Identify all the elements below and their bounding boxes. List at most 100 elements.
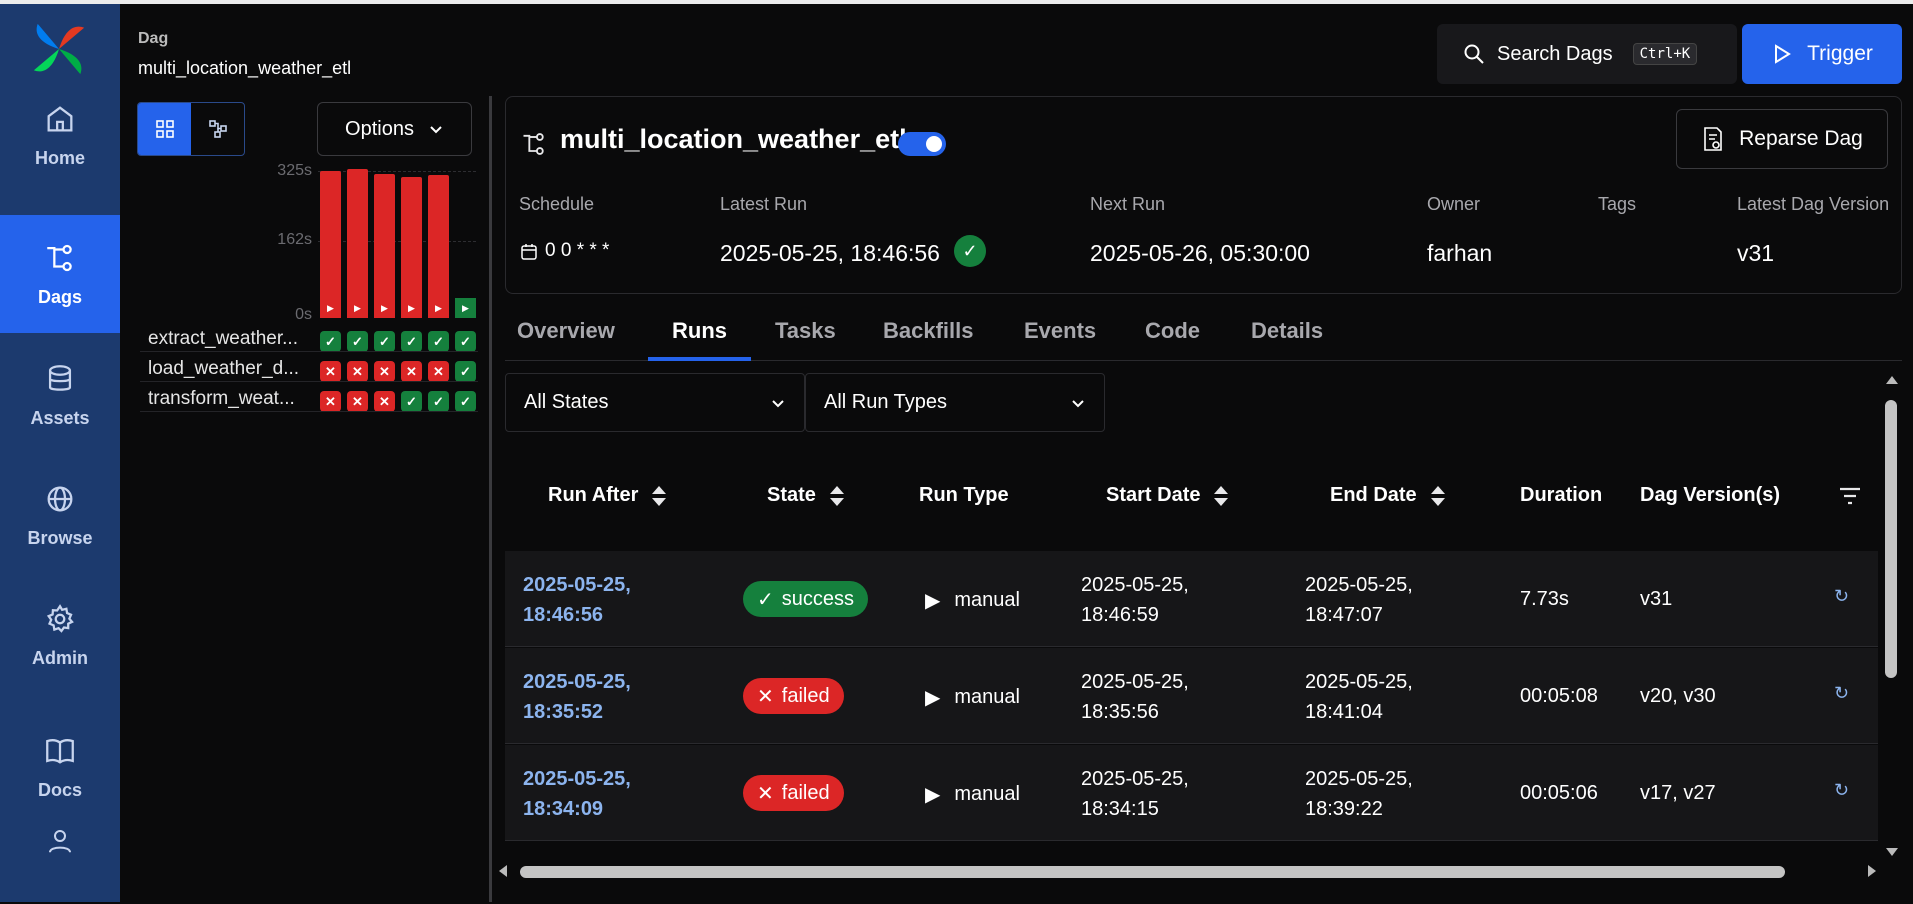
task-instance-cell[interactable]: ✓ [320, 331, 341, 352]
task-name-load[interactable]: load_weather_d... [148, 358, 313, 380]
scroll-down-arrow[interactable] [1886, 848, 1898, 856]
state-filter-select[interactable]: All States [505, 373, 805, 432]
run-after-link[interactable]: 2025-05-25, 18:35:52 [523, 667, 631, 727]
task-instance-cell[interactable]: ✕ [401, 361, 422, 382]
pause-toggle[interactable] [898, 132, 946, 156]
end-date-time: 18:47:07 [1305, 604, 1383, 626]
column-header-end-date[interactable]: End Date [1330, 484, 1445, 507]
dag-run-bar[interactable] [374, 174, 395, 318]
tab-overview[interactable]: Overview [517, 318, 615, 344]
sidebar-item-assets[interactable]: Assets [0, 336, 120, 454]
options-button[interactable]: Options [317, 102, 472, 156]
run-after-date: 2025-05-25, [523, 671, 631, 693]
start-date: 2025-05-25, 18:35:56 [1081, 667, 1189, 727]
dag-run-bar[interactable] [320, 171, 341, 318]
column-header-run-after[interactable]: Run After [548, 484, 667, 507]
run-type-filter-select[interactable]: All Run Types [805, 373, 1105, 432]
scroll-right-arrow[interactable] [1868, 865, 1876, 877]
graph-view-button[interactable] [191, 103, 244, 155]
owner-value: farhan [1427, 240, 1493, 266]
task-instance-cell[interactable]: ✓ [401, 331, 422, 352]
reparse-dag-button[interactable]: Reparse Dag [1676, 109, 1888, 169]
run-after-time: 18:34:09 [523, 798, 604, 820]
breadcrumb[interactable]: multi_location_weather_etl [138, 58, 351, 79]
clear-run-icon[interactable]: ↻ [1834, 780, 1849, 801]
scroll-left-arrow[interactable] [499, 865, 507, 877]
clear-run-icon[interactable]: ↻ [1834, 586, 1849, 607]
tab-events[interactable]: Events [1024, 318, 1096, 344]
sidebar-item-home[interactable]: Home [0, 76, 120, 194]
task-name-extract[interactable]: extract_weather... [148, 328, 313, 350]
task-instance-cell[interactable]: ✓ [401, 391, 422, 412]
status-text: failed [781, 684, 830, 707]
sidebar-item-label: Home [34, 147, 85, 168]
success-icon: ✓ [954, 235, 986, 267]
task-instance-cell[interactable]: ✓ [347, 331, 368, 352]
task-instance-cell[interactable]: ✓ [455, 361, 476, 382]
vertical-scroll-thumb[interactable] [1885, 400, 1897, 678]
chevron-down-icon [772, 399, 784, 407]
tab-code[interactable]: Code [1145, 318, 1200, 344]
y-axis-label: 0s [295, 306, 312, 323]
grid-line [318, 241, 476, 242]
dag-run-bar[interactable] [428, 175, 449, 318]
sidebar-item-docs[interactable]: Docs [0, 708, 120, 826]
run-type: ▶ manual [925, 782, 1020, 807]
task-instance-cell[interactable]: ✕ [374, 391, 395, 412]
sidebar-item-user[interactable] [0, 814, 120, 904]
end-date-day: 2025-05-25, [1305, 768, 1413, 790]
divider [140, 351, 478, 352]
end-date: 2025-05-25, 18:41:04 [1305, 667, 1413, 727]
start-date-day: 2025-05-25, [1081, 671, 1189, 693]
tab-tasks[interactable]: Tasks [775, 318, 836, 344]
task-instance-cell[interactable]: ✓ [455, 331, 476, 352]
task-instance-cell[interactable]: ✓ [374, 331, 395, 352]
column-filter-icon[interactable] [1838, 486, 1862, 506]
search-dags-button[interactable]: Search Dags Ctrl+K [1437, 24, 1737, 84]
clear-run-icon[interactable]: ↻ [1834, 683, 1849, 704]
status-text: success [781, 587, 855, 610]
airflow-logo[interactable] [30, 20, 88, 78]
dag-versions: v17, v27 [1640, 782, 1716, 804]
task-instance-cell[interactable]: ✓ [428, 331, 449, 352]
grid-icon [155, 120, 174, 138]
trigger-label: Trigger [1807, 42, 1873, 65]
start-date-day: 2025-05-25, [1081, 574, 1189, 596]
scroll-up-arrow[interactable] [1886, 376, 1898, 384]
task-instance-cell[interactable]: ✓ [455, 391, 476, 412]
state-filter-value: All States [524, 391, 609, 413]
horizontal-scroll-thumb[interactable] [520, 866, 1785, 878]
column-header-run-type: Run Type [919, 484, 1009, 507]
schedule-value: 0 0 * * * [545, 240, 610, 261]
task-instance-cell[interactable]: ✕ [320, 391, 341, 412]
column-header-state[interactable]: State [767, 484, 844, 507]
sidebar-item-dags[interactable]: Dags [0, 215, 120, 333]
run-after-link[interactable]: 2025-05-25, 18:46:56 [523, 570, 631, 630]
task-instance-cell[interactable]: ✕ [347, 361, 368, 382]
tab-details[interactable]: Details [1251, 318, 1323, 344]
panel-resizer[interactable] [489, 96, 492, 902]
task-instance-cell[interactable]: ✕ [320, 361, 341, 382]
options-label: Options [345, 117, 414, 140]
task-instance-cell[interactable]: ✓ [428, 391, 449, 412]
search-icon [1464, 44, 1484, 64]
grid-view-button[interactable] [138, 103, 191, 155]
task-name-transform[interactable]: transform_weat... [148, 388, 313, 410]
run-after-link[interactable]: 2025-05-25, 18:34:09 [523, 764, 631, 824]
sidebar-item-browse[interactable]: Browse [0, 456, 120, 574]
tab-backfills[interactable]: Backfills [883, 318, 974, 344]
column-label: Start Date [1106, 484, 1201, 506]
latest-run-value[interactable]: 2025-05-25, 18:46:56 [720, 240, 940, 267]
task-instance-cell[interactable]: ✕ [347, 391, 368, 412]
task-instance-cell[interactable]: ✕ [428, 361, 449, 382]
column-label: End Date [1330, 484, 1417, 506]
task-instance-cell[interactable]: ✕ [374, 361, 395, 382]
column-header-start-date[interactable]: Start Date [1106, 484, 1229, 507]
end-date-day: 2025-05-25, [1305, 671, 1413, 693]
column-label: Run After [548, 484, 639, 506]
dag-run-bar[interactable] [401, 177, 422, 318]
dag-run-bar[interactable] [347, 169, 368, 318]
tab-runs[interactable]: Runs [672, 318, 727, 344]
sidebar-item-admin[interactable]: Admin [0, 576, 120, 694]
trigger-button[interactable]: Trigger [1742, 24, 1902, 84]
